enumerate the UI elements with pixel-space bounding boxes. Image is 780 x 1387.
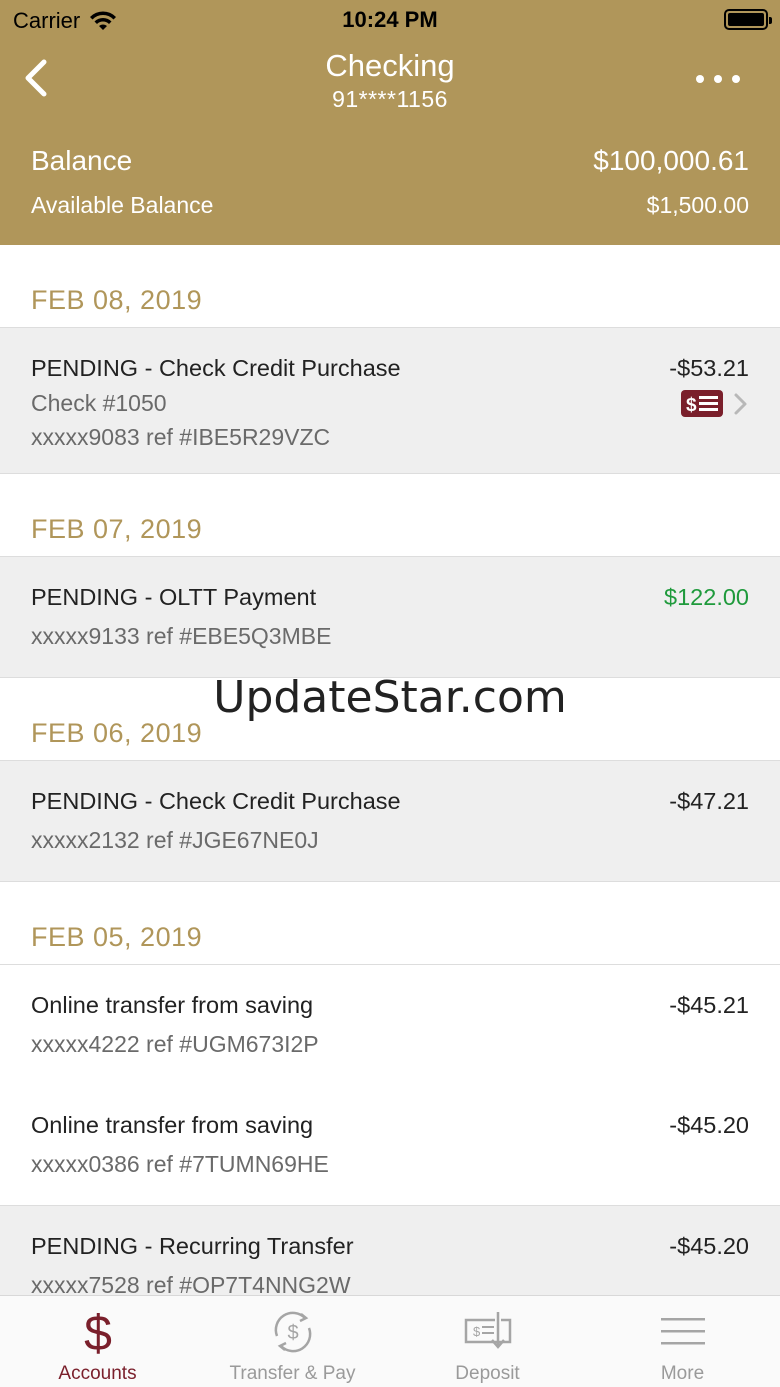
transaction-row[interactable]: Online transfer from saving xxxxx4222 re…	[0, 965, 780, 1086]
status-bar: Carrier 10:24 PM	[0, 0, 780, 40]
transaction-row[interactable]: PENDING - OLTT Payment xxxxx9133 ref #EB…	[0, 557, 780, 678]
transaction-description: PENDING - Check Credit Purchase	[31, 355, 401, 381]
available-balance-row: Available Balance $1,500.00	[31, 192, 749, 219]
check-number: Check #1050	[31, 390, 167, 416]
tab-more[interactable]: More	[585, 1296, 780, 1387]
deposit-check-icon: $	[464, 1312, 511, 1349]
transaction-reference: xxxxx2132 ref #JGE67NE0J	[31, 827, 319, 853]
transaction-description: PENDING - OLTT Payment	[31, 584, 317, 610]
more-options-button[interactable]	[696, 64, 740, 94]
nav-bar: Checking 91****1156	[0, 40, 780, 120]
dot-icon	[732, 75, 740, 83]
account-number: 91****1156	[332, 86, 448, 112]
svg-text:$: $	[686, 395, 697, 416]
account-header: Carrier 10:24 PM Checking 91****1156 Bal…	[0, 0, 780, 245]
chevron-right-icon	[734, 393, 747, 415]
transaction-list[interactable]: FEB 08, 2019 PENDING - Check Credit Purc…	[0, 245, 780, 1295]
tab-bar: $ Accounts $ Transfer & Pay $ Deposit Mo…	[0, 1295, 780, 1387]
transaction-reference: xxxxx9133 ref #EBE5Q3MBE	[31, 623, 332, 649]
status-time: 10:24 PM	[342, 7, 438, 32]
transaction-row[interactable]: Online transfer from saving xxxxx0386 re…	[0, 1085, 780, 1206]
dot-icon	[714, 75, 722, 83]
tab-label: Transfer & Pay	[229, 1363, 356, 1384]
svg-text:$: $	[287, 1322, 298, 1344]
tab-label: Deposit	[455, 1363, 520, 1384]
balance-value: $100,000.61	[593, 145, 749, 176]
transaction-row[interactable]: PENDING - Recurring Transfer xxxxx7528 r…	[0, 1206, 780, 1295]
check-glyph-icon: $	[686, 395, 718, 416]
transfer-icon: $	[274, 1311, 311, 1353]
transaction-description: Online transfer from saving	[31, 1112, 314, 1138]
tab-accounts[interactable]: $ Accounts	[0, 1296, 195, 1387]
transaction-amount: -$45.21	[669, 992, 749, 1018]
tab-transfer-pay[interactable]: $ Transfer & Pay	[195, 1296, 390, 1387]
page-title: Checking	[325, 48, 455, 83]
date-header: FEB 07, 2019	[0, 474, 780, 557]
dollar-icon: $	[84, 1306, 112, 1358]
svg-text:$: $	[473, 1324, 481, 1339]
balance-row: Balance $100,000.61	[31, 145, 749, 177]
transaction-reference: xxxxx4222 ref #UGM673I2P	[31, 1031, 319, 1057]
tab-label: More	[660, 1363, 705, 1384]
transaction-amount: $122.00	[664, 584, 749, 610]
battery-icon	[724, 9, 772, 30]
date-header: FEB 08, 2019	[0, 245, 780, 328]
transaction-reference: xxxxx7528 ref #OP7T4NNG2W	[31, 1272, 351, 1295]
transaction-amount: -$53.21	[669, 355, 749, 381]
transaction-reference: xxxxx0386 ref #7TUMN69HE	[31, 1151, 329, 1177]
svg-text:$: $	[84, 1306, 112, 1358]
menu-icon	[660, 1318, 705, 1345]
transaction-amount: -$45.20	[669, 1233, 749, 1259]
transaction-amount: -$45.20	[669, 1112, 749, 1138]
available-balance-value: $1,500.00	[646, 192, 749, 218]
transaction-description: Online transfer from saving	[31, 992, 314, 1018]
transaction-description: PENDING - Recurring Transfer	[31, 1233, 354, 1259]
transaction-reference: xxxxx9083 ref #IBE5R29VZC	[31, 424, 331, 450]
transaction-description: PENDING - Check Credit Purchase	[31, 788, 401, 814]
watermark-text: UpdateStar.com	[213, 672, 567, 723]
date-header: FEB 05, 2019	[0, 882, 780, 965]
available-balance-label: Available Balance	[31, 192, 214, 218]
tab-deposit[interactable]: $ Deposit	[390, 1296, 585, 1387]
check-image-icon[interactable]: $	[681, 390, 723, 417]
transaction-row[interactable]: PENDING - Check Credit Purchase Check #1…	[0, 328, 780, 474]
transaction-row[interactable]: PENDING - Check Credit Purchase xxxxx213…	[0, 761, 780, 882]
transaction-amount: -$47.21	[669, 788, 749, 814]
balance-label: Balance	[31, 145, 133, 176]
dot-icon	[696, 75, 704, 83]
tab-label: Accounts	[58, 1363, 137, 1384]
